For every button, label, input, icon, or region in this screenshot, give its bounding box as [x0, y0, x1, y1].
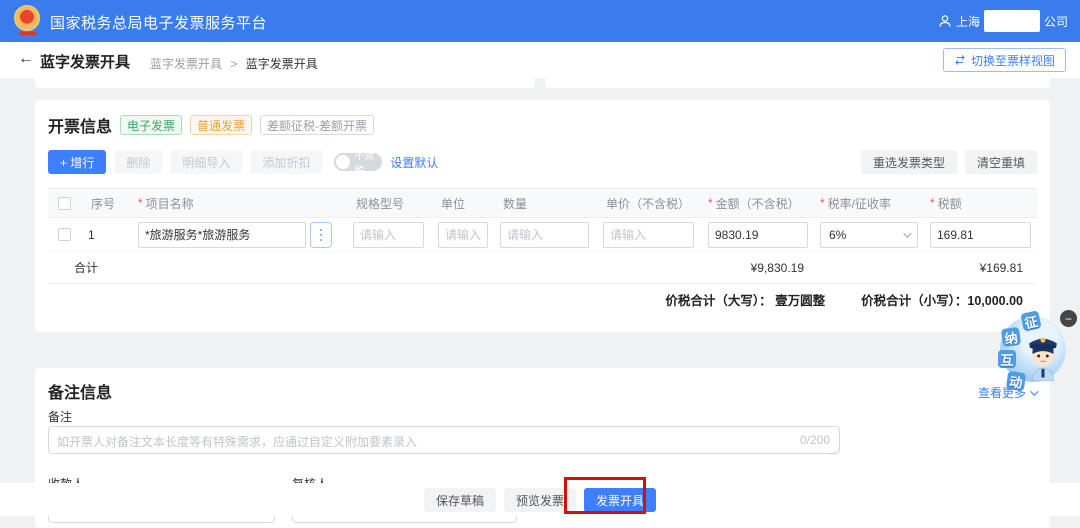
col-header-tax: *税额	[922, 195, 1037, 212]
tax-excluded-toggle[interactable]: 不含税	[334, 153, 382, 171]
project-name-input[interactable]	[138, 222, 306, 248]
delete-row-button[interactable]: 删除	[114, 150, 162, 174]
tax-rate-select[interactable]: 6%	[820, 222, 918, 248]
toggle-label: 不含税	[354, 147, 382, 177]
breadcrumb: 蓝字发票开具 > 蓝字发票开具	[150, 55, 318, 72]
user-name-suffix: 公司	[1044, 13, 1068, 30]
col-header-project-name: *项目名称	[130, 195, 345, 212]
amount-input[interactable]	[708, 222, 808, 248]
app-title: 国家税务总局电子发票服务平台	[50, 12, 267, 33]
minimize-assistant-button[interactable]: −	[1060, 310, 1077, 327]
col-header-unit: 单位	[430, 195, 492, 212]
tag-differential-tax: 差额征税-差额开票	[260, 115, 374, 135]
scrolled-card-stub	[35, 78, 535, 88]
grand-total-in-words: 价税合计（大写）： 壹万圆整	[665, 290, 825, 309]
tax-rate-value: 6%	[829, 228, 846, 242]
clear-refill-button[interactable]: 清空重填	[965, 150, 1037, 174]
tax-officer-mascot-icon	[1020, 326, 1066, 384]
breadcrumb-item[interactable]: 蓝字发票开具	[150, 57, 222, 71]
set-default-link[interactable]: 设置默认	[390, 154, 438, 171]
col-header-quantity: 数量	[492, 195, 595, 212]
user-account[interactable]: 上海 公司	[938, 0, 1068, 42]
chevron-down-icon	[903, 229, 911, 237]
save-draft-button[interactable]: 保存草稿	[424, 488, 496, 512]
breadcrumb-separator: >	[230, 57, 237, 71]
scrolled-card-stub	[545, 78, 1050, 88]
tax-input[interactable]	[930, 222, 1031, 248]
total-tax: ¥169.81	[922, 261, 1037, 275]
total-label: 合计	[74, 259, 98, 276]
quantity-input[interactable]	[500, 222, 589, 248]
invoice-info-card: 开票信息 电子发票 普通发票 差额征税-差额开票 + 增行 删除 明细导入 添加…	[35, 100, 1050, 332]
issue-invoice-button[interactable]: 发票开具	[584, 488, 656, 512]
switch-to-sample-view-button[interactable]: 切换至票样视图	[943, 48, 1066, 72]
back-arrow-icon[interactable]: ←	[18, 50, 34, 68]
totals-row: 合计 ¥9,830.19 ¥169.81	[48, 252, 1037, 284]
row-index: 1	[80, 228, 130, 242]
redacted-company-name	[984, 10, 1040, 32]
grand-total-in-figures: 价税合计（小写）：10,000.00	[861, 290, 1023, 309]
col-header-amount: *金额（不含税）	[700, 195, 812, 212]
col-header-spec: 规格型号	[345, 195, 430, 212]
detail-import-button[interactable]: 明细导入	[170, 150, 242, 174]
invoice-line-table: 序号 *项目名称 规格型号 单位 数量 单价（不含税） *金额（不含税） *税率…	[48, 188, 1037, 314]
invoice-info-title: 开票信息	[48, 113, 112, 137]
page-title: 蓝字发票开具	[40, 51, 130, 72]
remark-field-label: 备注	[48, 408, 1037, 424]
remark-textarea[interactable]	[48, 426, 840, 454]
breadcrumb-item-current: 蓝字发票开具	[246, 57, 318, 71]
tag-electronic-invoice: 电子发票	[120, 115, 182, 135]
add-row-button[interactable]: + 增行	[48, 150, 106, 174]
assistant-char: 纳	[1001, 327, 1021, 347]
user-name-prefix: 上海	[956, 13, 980, 30]
footer-action-bar: 保存草稿 预览发票 发票开具	[0, 483, 1080, 516]
spec-input[interactable]	[353, 222, 424, 248]
tax-assistant-widget[interactable]: 征 纳 互 动	[996, 312, 1068, 392]
remark-info-title: 备注信息	[48, 379, 112, 403]
toggle-knob	[336, 155, 350, 169]
user-icon	[938, 14, 952, 28]
breadcrumb-bar: ← 蓝字发票开具 蓝字发票开具 > 蓝字发票开具 切换至票样视图	[0, 42, 1080, 78]
grand-total-row: 价税合计（大写）： 壹万圆整 价税合计（小写）：10,000.00	[48, 284, 1037, 314]
col-header-unit-price: 单价（不含税）	[595, 195, 700, 212]
add-discount-button[interactable]: 添加折扣	[250, 150, 322, 174]
row-checkbox[interactable]	[58, 228, 71, 241]
table-row: 1 6%	[48, 218, 1037, 252]
preview-invoice-button[interactable]: 预览发票	[504, 488, 576, 512]
table-header-row: 序号 *项目名称 规格型号 单位 数量 单价（不含税） *金额（不含税） *税率…	[48, 188, 1037, 218]
reselect-invoice-type-button[interactable]: 重选发票类型	[861, 150, 957, 174]
tag-ordinary-invoice: 普通发票	[190, 115, 252, 135]
app-header: 国家税务总局电子发票服务平台 上海 公司	[0, 0, 1080, 42]
swap-icon	[954, 55, 966, 65]
unit-price-input[interactable]	[603, 222, 694, 248]
unit-input[interactable]	[438, 222, 488, 248]
total-amount: ¥9,830.19	[700, 261, 812, 275]
more-options-icon[interactable]	[310, 222, 332, 248]
tax-bureau-logo-icon	[14, 5, 40, 31]
assistant-char: 互	[998, 350, 1016, 368]
select-all-checkbox[interactable]	[58, 197, 71, 210]
col-header-index: 序号	[80, 195, 130, 212]
col-header-tax-rate: *税率/征收率	[812, 195, 922, 212]
char-counter: 0/200	[800, 433, 830, 447]
switch-view-label: 切换至票样视图	[971, 52, 1055, 69]
